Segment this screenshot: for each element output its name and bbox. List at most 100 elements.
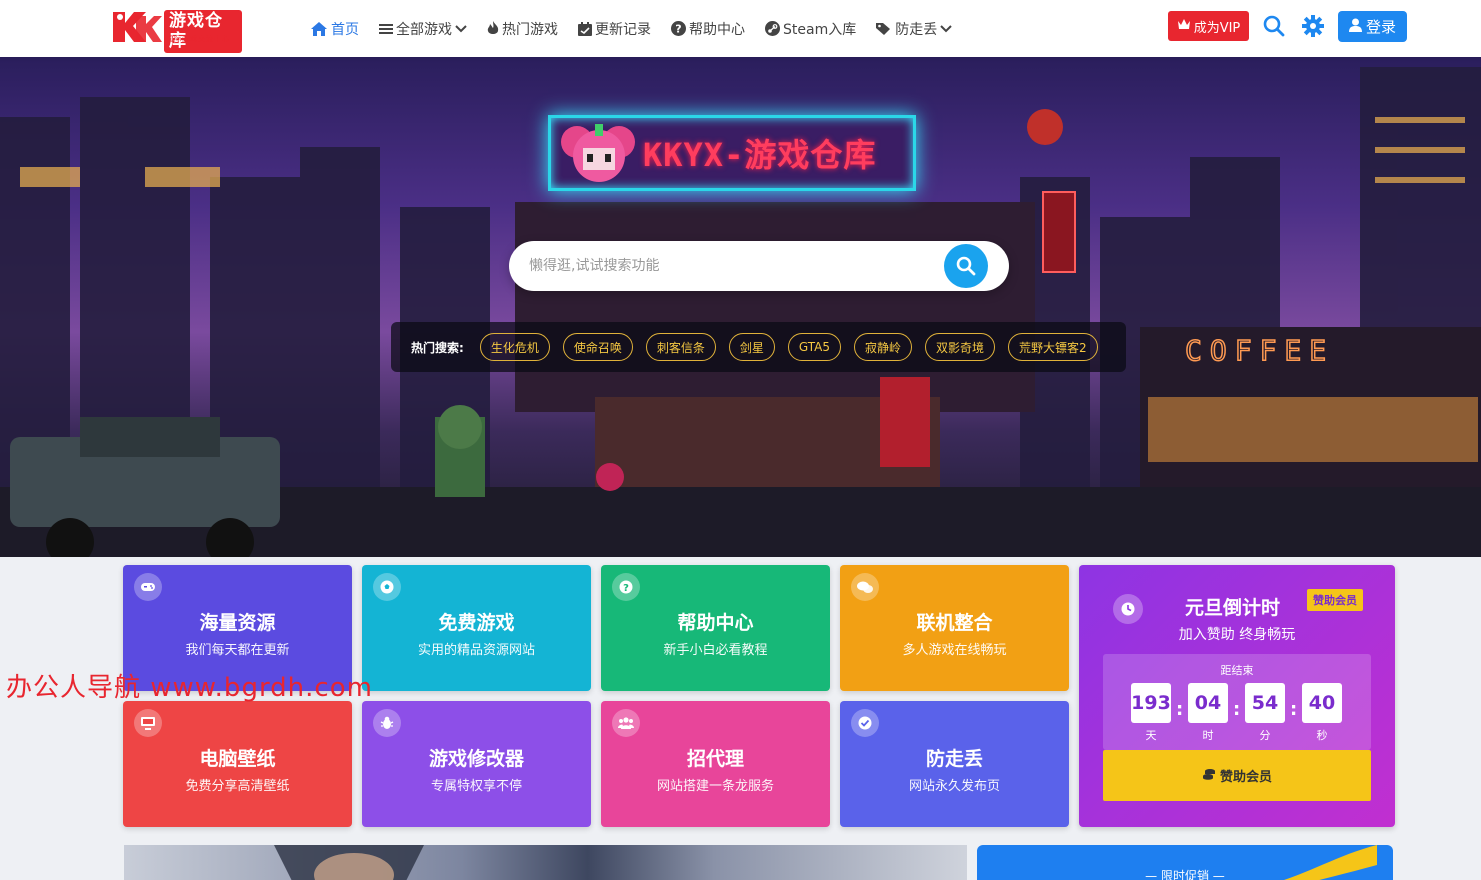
countdown-separator: :	[1176, 699, 1184, 720]
hot-tag[interactable]: 剑星	[728, 333, 775, 361]
hot-tag[interactable]: 双影奇境	[925, 333, 996, 361]
hot-search-label: 热门搜索:	[411, 340, 464, 355]
hot-search-bar: 热门搜索: 生化危机 使命召唤 刺客信条 剑星 GTA5 寂静岭 双影奇境 荒野…	[391, 322, 1126, 372]
countdown-unit: 秒	[1316, 729, 1328, 742]
crown-icon	[1177, 18, 1191, 34]
countdown-ends-label: 距结束	[1220, 664, 1254, 677]
nav-hot-games[interactable]: 热门游戏	[487, 0, 558, 57]
nav-label: 帮助中心	[689, 21, 745, 38]
home-icon	[310, 21, 328, 37]
site-logo[interactable]: 游戏仓库 国际游戏交流中心	[110, 6, 242, 53]
card-title: 招代理	[686, 748, 744, 770]
main-nav: 首页 全部游戏 热门游戏 更新记录 ? 帮助中心 Steam入库 防走丢	[310, 0, 972, 57]
banner-text: KKYX-游戏仓库	[643, 136, 877, 174]
card-free-games[interactable]: 免费游戏 实用的精品资源网站	[362, 565, 591, 691]
card-subtitle: 实用的精品资源网站	[417, 643, 535, 658]
promo-card[interactable]: — 限时促销 —	[977, 845, 1393, 880]
countdown-timer: 距结束 193 : 04 : 54 : 40 天 时 分 秒	[1103, 654, 1371, 750]
check-icon	[851, 709, 879, 737]
card-title: 游戏修改器	[428, 748, 524, 770]
card-anti-lost[interactable]: 防走丢 网站永久发布页	[840, 701, 1069, 827]
card-subtitle: 网站永久发布页	[908, 779, 1000, 794]
game-character-artwork	[274, 845, 424, 880]
logo-title: 游戏仓库	[164, 10, 242, 53]
nav-label: Steam入库	[783, 21, 857, 38]
nav-label: 防走丢	[895, 21, 938, 38]
hot-tag[interactable]: GTA5	[787, 333, 841, 361]
svg-text:COFFEE: COFFEE	[1185, 334, 1334, 367]
nav-steam[interactable]: Steam入库	[765, 0, 856, 57]
nav-update-log[interactable]: 更新记录	[578, 0, 651, 57]
card-subtitle: 我们每天都在更新	[185, 643, 290, 658]
hot-tag[interactable]: 生化危机	[479, 333, 550, 361]
countdown-subtitle: 加入赞助 终身畅玩	[1178, 627, 1296, 643]
hot-tag[interactable]: 刺客信条	[645, 333, 716, 361]
gamepad-icon	[134, 573, 162, 601]
card-multiplayer[interactable]: 联机整合 多人游戏在线畅玩	[840, 565, 1069, 691]
card-subtitle: 多人游戏在线畅玩	[902, 643, 1007, 658]
nav-anti-lost[interactable]: 防走丢	[876, 0, 952, 57]
question-icon: ?	[612, 573, 640, 601]
bug-icon	[373, 709, 401, 737]
card-subtitle: 网站搭建一条龙服务	[656, 779, 774, 794]
hot-tag[interactable]: 使命召唤	[562, 333, 633, 361]
hot-tag[interactable]: 寂静岭	[854, 333, 913, 361]
svg-text:?: ?	[623, 583, 629, 594]
site-banner-sign: KKYX-游戏仓库	[548, 115, 916, 191]
nav-label: 全部游戏	[396, 21, 452, 38]
vip-label: 成为VIP	[1193, 20, 1241, 36]
card-wallpapers[interactable]: 电脑壁纸 免费分享高清壁纸	[123, 701, 352, 827]
clock-icon	[1113, 594, 1143, 624]
become-vip-button[interactable]: 成为VIP	[1168, 11, 1249, 41]
top-header: 游戏仓库 国际游戏交流中心 首页 全部游戏 热门游戏 更新记录 ? 帮助中心 S…	[0, 0, 1481, 57]
featured-game-banner[interactable]	[124, 845, 967, 880]
menu-icon	[379, 23, 393, 35]
chat-icon	[851, 573, 879, 601]
card-subtitle: 新手小白必看教程	[663, 643, 768, 658]
question-icon: ?	[671, 21, 686, 36]
mascot-girl-icon	[561, 124, 635, 182]
login-label: 登录	[1365, 18, 1396, 36]
card-title: 帮助中心	[677, 612, 754, 634]
card-game-trainer[interactable]: 游戏修改器 专属特权享不停	[362, 701, 591, 827]
new-year-countdown-card: 元旦倒计时 赞助会员 加入赞助 终身畅玩 距结束 193 : 04 : 54 :…	[1079, 565, 1395, 827]
hero-banner: COFFEE KKYX-游戏仓库 懒得逛,试试搜索功能 热门搜索: 生化危机 使…	[0, 57, 1481, 557]
hot-tag[interactable]: 荒野大镖客2	[1008, 333, 1098, 361]
card-title: 防走丢	[925, 748, 983, 770]
countdown-days: 193	[1131, 683, 1171, 723]
fire-icon	[487, 21, 499, 36]
monitor-icon	[134, 709, 162, 737]
nav-help-center[interactable]: ? 帮助中心	[671, 0, 745, 57]
sponsor-member-button[interactable]: 赞助会员	[1103, 750, 1371, 801]
card-title: 海量资源	[199, 612, 276, 634]
sponsor-badge: 赞助会员	[1307, 589, 1363, 611]
countdown-hours: 04	[1188, 683, 1228, 723]
hero-search-button[interactable]	[944, 244, 988, 288]
chevron-down-icon	[940, 24, 952, 33]
coins-icon	[1202, 768, 1216, 784]
card-agency[interactable]: 招代理 网站搭建一条龙服务	[601, 701, 830, 827]
nav-label: 首页	[331, 21, 359, 38]
countdown-minutes: 54	[1245, 683, 1285, 723]
card-title: 电脑壁纸	[199, 748, 276, 770]
card-subtitle: 专属特权享不停	[430, 779, 522, 794]
svg-text:?: ?	[675, 23, 681, 36]
logo-subtitle: 国际游戏交流中心	[166, 35, 230, 43]
nav-home[interactable]: 首页	[310, 0, 359, 57]
hero-search-box	[509, 241, 1009, 291]
login-button[interactable]: 登录	[1338, 11, 1407, 42]
watermark-text: 办公人导航 www.bgrdh.com	[6, 673, 373, 703]
hero-search-input[interactable]	[529, 241, 929, 291]
tag-icon	[876, 22, 892, 35]
nav-label: 更新记录	[595, 21, 651, 38]
countdown-unit: 分	[1259, 729, 1271, 742]
gear-icon[interactable]	[1302, 15, 1324, 37]
countdown-seconds: 40	[1302, 683, 1342, 723]
search-icon[interactable]	[1263, 15, 1285, 37]
steam-icon	[765, 21, 780, 36]
users-icon	[612, 709, 640, 737]
card-help-center[interactable]: ? 帮助中心 新手小白必看教程	[601, 565, 830, 691]
nav-all-games[interactable]: 全部游戏	[379, 0, 467, 57]
card-title: 免费游戏	[438, 612, 515, 634]
countdown-separator: :	[1233, 699, 1241, 720]
